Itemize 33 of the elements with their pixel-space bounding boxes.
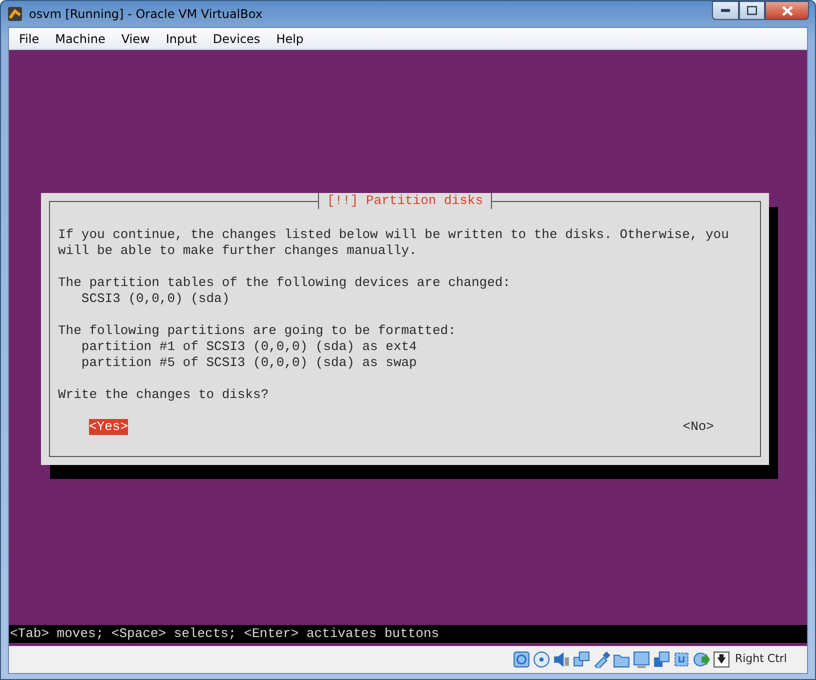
speaker-icon[interactable] [552, 651, 570, 668]
menu-item[interactable]: Machine [47, 30, 114, 48]
maximize-icon [747, 6, 757, 15]
menu-item[interactable]: View [113, 30, 158, 48]
close-icon [782, 6, 792, 16]
network-icon[interactable] [572, 651, 590, 668]
display-icon[interactable] [632, 651, 650, 668]
dialog-button[interactable]: <No> [682, 419, 714, 435]
dialog-text: The partition tables of the following devices are changed: [58, 275, 512, 291]
usb-icon[interactable] [592, 651, 610, 668]
dialog-text: Write the changes to disks? [58, 387, 270, 403]
dialog-button[interactable]: <Yes> [89, 419, 128, 435]
maximize-button[interactable] [739, 1, 765, 20]
windows-icon[interactable] [652, 651, 670, 668]
dialog-text: If you continue, the changes listed below will be written to the disks. Otherwise, you will be able to make further changes manually. [58, 227, 730, 259]
minimize-button[interactable] [712, 1, 739, 20]
menu-item[interactable]: Input [158, 30, 205, 48]
app-icon [7, 6, 23, 22]
dialog-text: The following partitions are going to be formatted: [58, 323, 457, 339]
dialog-title: [!!] Partition disks [318, 193, 492, 209]
menu-item[interactable]: Devices [204, 30, 268, 48]
chip-icon[interactable] [672, 651, 690, 668]
dialog-text: partition #1 of SCSI3 (0,0,0) (sda) as ext4 [80, 339, 418, 355]
disc-icon[interactable] [532, 651, 550, 668]
menu-item[interactable]: File [11, 30, 48, 48]
menu-item[interactable]: Help [268, 30, 312, 48]
hint-text: <Tab> moves; <Space> selects; <Enter> activates buttons [10, 626, 440, 642]
dialog-text: partition #5 of SCSI3 (0,0,0) (sda) as swap [80, 355, 418, 371]
host-key-label: Right Ctrl [734, 651, 787, 668]
window-title: osvm [Running] - Oracle VM VirtualBox [29, 6, 262, 23]
minimize-icon [721, 8, 730, 12]
dialog-text: SCSI3 (0,0,0) (sda) [80, 291, 231, 307]
close-button[interactable] [765, 1, 809, 20]
